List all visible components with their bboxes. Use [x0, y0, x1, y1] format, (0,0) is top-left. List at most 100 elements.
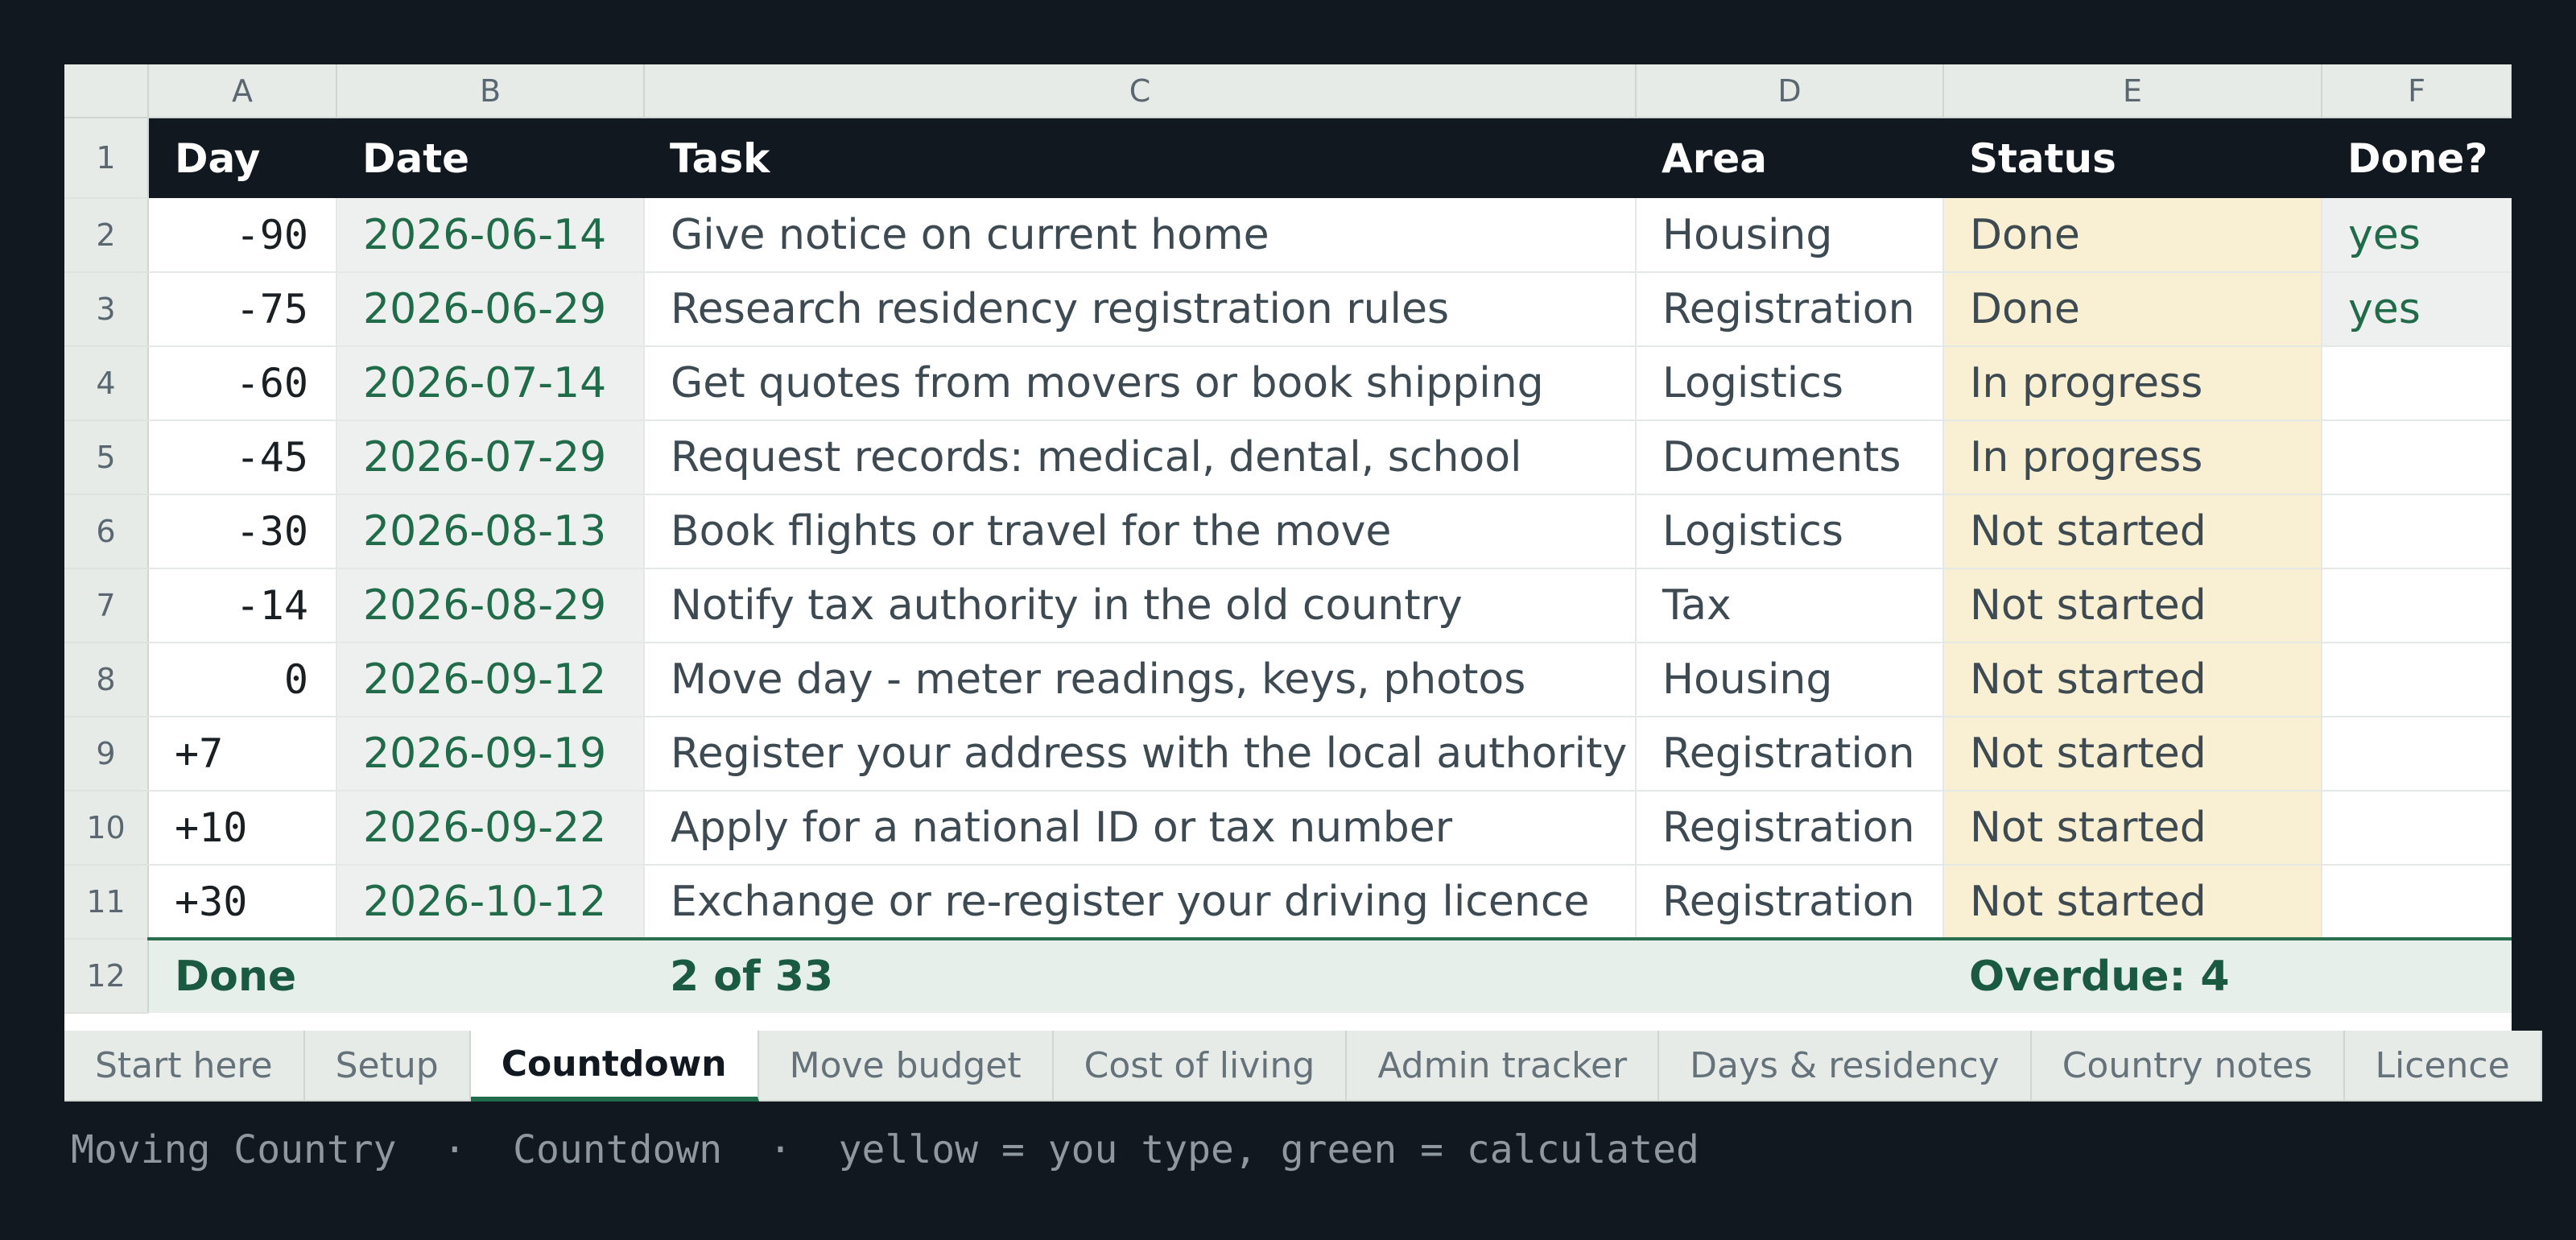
area-cell[interactable]: Documents [1636, 420, 1944, 495]
sheet-tab-move-budget[interactable]: Move budget [758, 1031, 1054, 1102]
header-cell-done[interactable]: Done? [2322, 118, 2512, 198]
sheet-tab-countdown[interactable]: Countdown [470, 1031, 759, 1102]
header-cell-status[interactable]: Status [1943, 118, 2322, 198]
sheet-tab-admin-tracker[interactable]: Admin tracker [1347, 1031, 1660, 1102]
status-cell[interactable]: In progress [1943, 346, 2322, 421]
row-number[interactable]: 5 [64, 420, 149, 495]
area-cell[interactable]: Housing [1636, 198, 1944, 273]
row-number[interactable]: 9 [64, 717, 149, 792]
row-number[interactable]: 7 [64, 568, 149, 643]
done-cell[interactable] [2322, 568, 2512, 643]
status-cell[interactable]: Not started [1943, 494, 2322, 569]
summary-empty-cell[interactable] [336, 937, 644, 1013]
area-cell[interactable]: Registration [1636, 865, 1944, 940]
select-all-corner[interactable] [64, 64, 149, 118]
column-header-a[interactable]: A [148, 64, 337, 118]
task-cell[interactable]: Exchange or re-register your driving lic… [644, 865, 1637, 940]
date-cell[interactable]: 2026-09-19 [336, 717, 645, 792]
date-cell[interactable]: 2026-07-14 [336, 346, 645, 421]
area-cell[interactable]: Tax [1636, 568, 1944, 643]
day-cell[interactable]: +10 [148, 791, 337, 866]
task-cell[interactable]: Get quotes from movers or book shipping [644, 346, 1637, 421]
column-header-d[interactable]: D [1636, 64, 1944, 118]
row-number[interactable]: 1 [64, 118, 149, 199]
done-cell[interactable] [2322, 346, 2512, 421]
status-cell[interactable]: Not started [1943, 717, 2322, 792]
date-cell[interactable]: 2026-09-12 [336, 643, 645, 717]
summary-label-cell[interactable]: Done [148, 937, 336, 1013]
area-cell[interactable]: Registration [1636, 272, 1944, 347]
row-number[interactable]: 10 [64, 791, 149, 866]
row-number[interactable]: 6 [64, 494, 149, 569]
column-header-c[interactable]: C [644, 64, 1637, 118]
task-cell[interactable]: Book flights or travel for the move [644, 494, 1637, 569]
row-number[interactable]: 2 [64, 198, 149, 273]
sheet-tab-setup[interactable]: Setup [304, 1031, 471, 1102]
header-cell-day[interactable]: Day [148, 118, 336, 198]
date-cell[interactable]: 2026-07-29 [336, 420, 645, 495]
summary-count-cell[interactable]: 2 of 33 [644, 937, 1636, 1013]
task-cell[interactable]: Request records: medical, dental, school [644, 420, 1637, 495]
row-number[interactable]: 3 [64, 272, 149, 347]
column-header-f[interactable]: F [2322, 64, 2512, 118]
task-cell[interactable]: Apply for a national ID or tax number [644, 791, 1637, 866]
header-cell-task[interactable]: Task [644, 118, 1636, 198]
done-cell[interactable]: yes [2322, 272, 2512, 347]
sheet-tab-country-notes[interactable]: Country notes [2031, 1031, 2345, 1102]
row-number[interactable]: 4 [64, 346, 149, 421]
header-cell-area[interactable]: Area [1636, 118, 1943, 198]
column-header-b[interactable]: B [336, 64, 645, 118]
day-cell[interactable]: +7 [148, 717, 337, 792]
date-cell[interactable]: 2026-06-14 [336, 198, 645, 273]
sheet-tab-start-here[interactable]: Start here [64, 1031, 305, 1102]
done-cell[interactable]: yes [2322, 198, 2512, 273]
date-cell[interactable]: 2026-08-13 [336, 494, 645, 569]
status-cell[interactable]: Done [1943, 272, 2322, 347]
row-number[interactable]: 8 [64, 643, 149, 717]
row-number[interactable]: 12 [64, 939, 149, 1014]
date-cell[interactable]: 2026-09-22 [336, 791, 645, 866]
day-cell[interactable]: -45 [148, 420, 337, 495]
done-cell[interactable] [2322, 420, 2512, 495]
day-cell[interactable]: -90 [148, 198, 337, 273]
task-cell[interactable]: Notify tax authority in the old country [644, 568, 1637, 643]
summary-overdue-cell[interactable]: Overdue: 4 [1943, 937, 2322, 1013]
area-cell[interactable]: Logistics [1636, 494, 1944, 569]
status-cell[interactable]: Not started [1943, 643, 2322, 717]
sheet-tab-cost-of-living[interactable]: Cost of living [1053, 1031, 1348, 1102]
day-cell[interactable]: -60 [148, 346, 337, 421]
status-cell[interactable]: In progress [1943, 420, 2322, 495]
date-cell[interactable]: 2026-06-29 [336, 272, 645, 347]
done-cell[interactable] [2322, 791, 2512, 866]
status-cell[interactable]: Not started [1943, 791, 2322, 866]
row-number[interactable]: 11 [64, 865, 149, 940]
day-cell[interactable]: 0 [148, 643, 337, 717]
summary-empty-cell[interactable] [1636, 937, 1943, 1013]
task-cell[interactable]: Research residency registration rules [644, 272, 1637, 347]
task-cell[interactable]: Give notice on current home [644, 198, 1637, 273]
day-cell[interactable]: +30 [148, 865, 337, 940]
day-cell[interactable]: -30 [148, 494, 337, 569]
status-cell[interactable]: Not started [1943, 865, 2322, 940]
column-header-e[interactable]: E [1943, 64, 2322, 118]
summary-empty-cell[interactable] [2322, 937, 2512, 1013]
task-cell[interactable]: Move day - meter readings, keys, photos [644, 643, 1637, 717]
day-cell[interactable]: -75 [148, 272, 337, 347]
done-cell[interactable] [2322, 717, 2512, 792]
date-cell[interactable]: 2026-08-29 [336, 568, 645, 643]
header-cell-date[interactable]: Date [336, 118, 644, 198]
area-cell[interactable]: Registration [1636, 791, 1944, 866]
task-cell[interactable]: Register your address with the local aut… [644, 717, 1637, 792]
done-cell[interactable] [2322, 494, 2512, 569]
area-cell[interactable]: Logistics [1636, 346, 1944, 421]
day-cell[interactable]: -14 [148, 568, 337, 643]
done-cell[interactable] [2322, 643, 2512, 717]
date-cell[interactable]: 2026-10-12 [336, 865, 645, 940]
sheet-tab-days-residency[interactable]: Days & residency [1659, 1031, 2032, 1102]
area-cell[interactable]: Housing [1636, 643, 1944, 717]
area-cell[interactable]: Registration [1636, 717, 1944, 792]
status-cell[interactable]: Not started [1943, 568, 2322, 643]
done-cell[interactable] [2322, 865, 2512, 940]
sheet-tab-licence[interactable]: Licence [2344, 1031, 2542, 1102]
status-cell[interactable]: Done [1943, 198, 2322, 273]
